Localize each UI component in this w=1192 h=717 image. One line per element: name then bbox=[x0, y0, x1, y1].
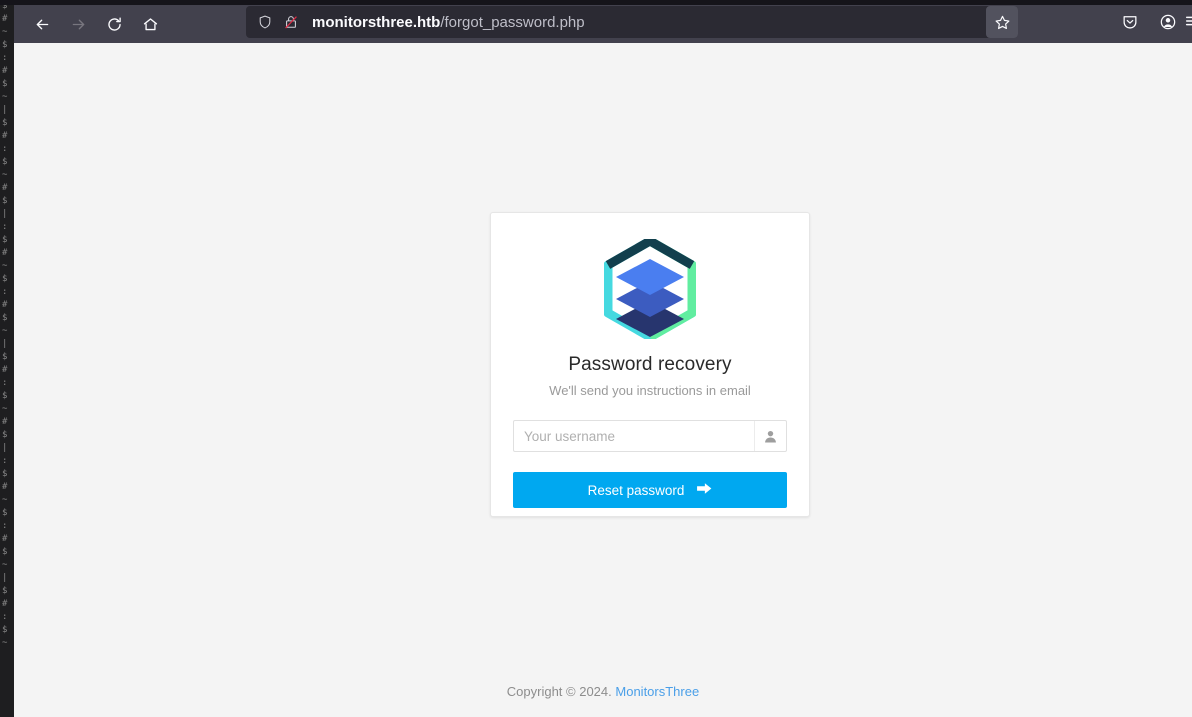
page-subtitle: We'll send you instructions in email bbox=[549, 383, 751, 398]
footer: Copyright © 2024. MonitorsThree bbox=[14, 684, 1192, 699]
terminal-line: $ bbox=[2, 118, 8, 128]
terminal-line: # bbox=[2, 417, 8, 427]
terminal-line: ~ bbox=[2, 261, 8, 271]
terminal-line: # bbox=[2, 482, 8, 492]
terminal-line: $ bbox=[2, 235, 8, 245]
terminal-line: # bbox=[2, 131, 8, 141]
terminal-line: $ bbox=[2, 352, 8, 362]
background-terminal-window: $ # ~ $: # $ ~ | $ #: $ ~ # $ |: $ # ~ $: # $ ~ | $ #: $ ~ # $ |: $ # ~ $… bbox=[0, 0, 14, 717]
terminal-line: : bbox=[2, 222, 8, 232]
terminal-line: # bbox=[2, 14, 8, 24]
monitorsthree-logo-icon bbox=[603, 236, 697, 344]
footer-copyright: Copyright © 2024. bbox=[506, 684, 612, 699]
terminal-line: $ bbox=[2, 79, 8, 89]
terminal-line: # bbox=[2, 183, 8, 193]
terminal-line: ~ bbox=[2, 27, 8, 37]
username-field-row bbox=[513, 420, 787, 452]
terminal-line: $ bbox=[2, 391, 8, 401]
terminal-line: $ bbox=[2, 274, 8, 284]
terminal-line: ~ bbox=[2, 404, 8, 414]
page-title: Password recovery bbox=[568, 354, 732, 375]
home-button[interactable] bbox=[134, 8, 166, 40]
application-menu-icon[interactable] bbox=[1184, 12, 1192, 32]
toolbar-right-icons bbox=[1108, 6, 1184, 38]
terminal-line: | bbox=[2, 339, 8, 349]
url-path: /forgot_password.php bbox=[440, 13, 585, 31]
terminal-line: | bbox=[2, 209, 8, 219]
terminal-line: $ bbox=[2, 40, 8, 50]
terminal-line: $ bbox=[2, 625, 8, 635]
terminal-line: : bbox=[2, 378, 8, 388]
shield-icon[interactable] bbox=[252, 9, 278, 35]
terminal-line: : bbox=[2, 612, 8, 622]
terminal-line: $ bbox=[2, 430, 8, 440]
account-icon[interactable] bbox=[1152, 6, 1184, 38]
terminal-line: $ bbox=[2, 469, 8, 479]
terminal-line: | bbox=[2, 443, 8, 453]
terminal-line: ~ bbox=[2, 170, 8, 180]
terminal-line: : bbox=[2, 521, 8, 531]
terminal-line: $ bbox=[2, 196, 8, 206]
arrow-right-icon bbox=[697, 482, 712, 498]
url-text[interactable]: monitorsthree.htb/forgot_password.php bbox=[312, 14, 585, 31]
url-bar[interactable]: monitorsthree.htb/forgot_password.php bbox=[246, 6, 1018, 38]
terminal-line: # bbox=[2, 248, 8, 258]
terminal-line: # bbox=[2, 365, 8, 375]
logo-container bbox=[513, 236, 787, 344]
terminal-line: $ bbox=[2, 547, 8, 557]
terminal-line: # bbox=[2, 534, 8, 544]
terminal-line: $ bbox=[2, 157, 8, 167]
terminal-line: # bbox=[2, 300, 8, 310]
terminal-line: ~ bbox=[2, 92, 8, 102]
forward-button[interactable] bbox=[62, 8, 94, 40]
terminal-line: : bbox=[2, 287, 8, 297]
terminal-line: ~ bbox=[2, 495, 8, 505]
url-host: monitorsthree.htb bbox=[312, 13, 441, 31]
back-button[interactable] bbox=[26, 8, 58, 40]
terminal-line: # bbox=[2, 66, 8, 76]
terminal-line: | bbox=[2, 105, 8, 115]
terminal-line: : bbox=[2, 456, 8, 466]
pocket-icon[interactable] bbox=[1114, 6, 1146, 38]
page-content: Password recovery We'll send you instruc… bbox=[14, 43, 1192, 717]
terminal-line: : bbox=[2, 144, 8, 154]
terminal-line: : bbox=[2, 53, 8, 63]
password-recovery-card: Password recovery We'll send you instruc… bbox=[490, 212, 810, 517]
bookmark-star-icon[interactable] bbox=[986, 6, 1018, 38]
reset-password-label: Reset password bbox=[587, 482, 685, 498]
username-input[interactable] bbox=[513, 420, 787, 452]
terminal-line: # bbox=[2, 599, 8, 609]
terminal-line: ~ bbox=[2, 638, 8, 648]
terminal-line: ~ bbox=[2, 326, 8, 336]
terminal-line: ~ bbox=[2, 560, 8, 570]
insecure-connection-icon[interactable] bbox=[278, 9, 304, 35]
reset-password-button[interactable]: Reset password bbox=[513, 472, 787, 508]
footer-brand-link[interactable]: MonitorsThree bbox=[615, 684, 699, 699]
reload-button[interactable] bbox=[98, 8, 130, 40]
terminal-line: | bbox=[2, 573, 8, 583]
terminal-line: $ bbox=[2, 586, 8, 596]
terminal-line: $ bbox=[2, 508, 8, 518]
terminal-line: $ bbox=[2, 313, 8, 323]
